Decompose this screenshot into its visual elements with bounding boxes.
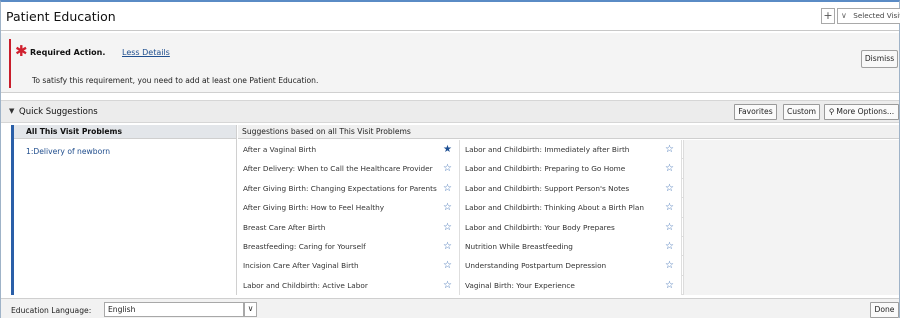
suggestions-header: Suggestions based on all This Visit Prob…	[238, 125, 899, 139]
star-outline-icon[interactable]: ☆	[665, 179, 674, 198]
suggestion-item[interactable]: After a Vaginal Birth ★	[238, 140, 460, 160]
chevron-down-icon: ∨	[841, 11, 847, 20]
suggestion-label: After Delivery: When to Call the Healthc…	[243, 164, 433, 174]
patient-education-window: Patient Education + ∨ Selected Visit ✱ R…	[0, 0, 900, 318]
star-outline-icon[interactable]: ☆	[665, 198, 674, 217]
suggestion-row: After a Vaginal Birth ★ Labor and Childbir…	[238, 140, 683, 160]
suggestion-row: After Giving Birth: Changing Expectation…	[238, 178, 683, 199]
problems-header[interactable]: All This Visit Problems	[14, 125, 236, 139]
required-action-banner: ✱ Required Action. Less Details To satis…	[1, 33, 899, 93]
suggestion-label: Vaginal Birth: Your Experience	[465, 280, 575, 290]
suggestion-item[interactable]: Understanding Postpartum Depression ☆	[460, 256, 682, 276]
suggestion-row: Incision Care After Vaginal Birth ☆ Unders…	[238, 256, 683, 276]
problems-panel: All This Visit Problems 1:Delivery of ne…	[11, 125, 237, 295]
education-language-label: Education Language:	[11, 306, 92, 315]
suggestion-label: Breast Care After Birth	[243, 222, 326, 232]
suggestion-label: Labor and Childbirth: Active Labor	[243, 280, 368, 290]
chevron-down-icon[interactable]: ∨	[244, 302, 257, 317]
suggestion-item[interactable]: Labor and Childbirth: Your Body Prepares…	[460, 217, 682, 237]
suggestion-item[interactable]: Nutrition While Breastfeeding ☆	[460, 236, 682, 257]
selected-visit-label: Selected Visit	[853, 11, 900, 20]
collapse-caret-icon[interactable]: ▼	[9, 107, 14, 115]
suggestion-label: Incision Care After Vaginal Birth	[243, 261, 359, 271]
less-details-link[interactable]: Less Details	[122, 48, 170, 57]
suggestion-item[interactable]: Labor and Childbirth: Thinking About a B…	[460, 198, 682, 218]
suggestion-item[interactable]: Labor and Childbirth: Active Labor ☆	[238, 275, 460, 296]
grid-empty-area	[683, 140, 899, 295]
suggestion-item[interactable]: Labor and Childbirth: Preparing to Go Ho…	[460, 159, 682, 179]
suggestions-grid: After a Vaginal Birth ★ Labor and Childbir…	[238, 140, 683, 296]
footer-bar: Education Language: English ∨ Done	[1, 298, 899, 318]
suggestion-item[interactable]: Incision Care After Vaginal Birth ☆	[238, 256, 460, 276]
custom-button[interactable]: Custom	[783, 104, 820, 120]
star-outline-icon[interactable]: ☆	[443, 159, 452, 178]
star-outline-icon[interactable]: ☆	[443, 179, 452, 198]
suggestion-item[interactable]: After Giving Birth: How to Feel Healthy ☆	[238, 198, 460, 218]
suggestion-label: Labor and Childbirth: Support Person's N…	[465, 183, 630, 193]
favorites-button[interactable]: Favorites	[734, 104, 777, 120]
suggestion-row: After Delivery: When to Call the Healthc…	[238, 159, 683, 179]
star-outline-icon[interactable]: ☆	[443, 237, 452, 256]
star-outline-icon[interactable]: ☆	[443, 198, 452, 217]
quick-suggestions-title: Quick Suggestions	[19, 107, 98, 117]
suggestion-label: After Giving Birth: How to Feel Healthy	[243, 203, 385, 213]
star-filled-icon[interactable]: ★	[443, 140, 452, 159]
suggestion-label: Labor and Childbirth: Thinking About a B…	[465, 203, 644, 213]
suggestion-label: Labor and Childbirth: Immediately after …	[465, 145, 630, 154]
suggestion-row: Breastfeeding: Caring for Yourself ☆ Nutri…	[238, 236, 683, 257]
suggestion-item[interactable]: After Giving Birth: Changing Expectation…	[238, 178, 460, 199]
star-outline-icon[interactable]: ☆	[665, 237, 674, 256]
quick-suggestions-header[interactable]: ▼ Quick Suggestions Favorites Custom ⚲ Mo…	[1, 100, 899, 123]
star-outline-icon[interactable]: ☆	[665, 159, 674, 178]
required-action-title: Required Action.	[30, 48, 106, 57]
title-bar: Patient Education + ∨ Selected Visit	[1, 2, 900, 31]
more-options-button[interactable]: ⚲ More Options...	[824, 104, 899, 120]
suggestion-item[interactable]: Labor and Childbirth: Immediately after …	[460, 140, 682, 160]
suggestion-row: Breast Care After Birth ☆ Labor and Childb…	[238, 217, 683, 237]
alert-accent-bar	[9, 39, 11, 88]
suggestion-item[interactable]: Labor and Childbirth: Support Person's N…	[460, 178, 682, 199]
star-outline-icon[interactable]: ☆	[665, 256, 674, 275]
more-options-label: More Options...	[836, 107, 895, 116]
suggestion-item[interactable]: Vaginal Birth: Your Experience ☆	[460, 275, 682, 296]
star-outline-icon[interactable]: ☆	[665, 218, 674, 237]
done-button[interactable]: Done	[870, 302, 899, 318]
suggestion-label: Understanding Postpartum Depression	[465, 261, 607, 271]
star-outline-icon[interactable]: ☆	[665, 276, 674, 295]
problem-item[interactable]: 1:Delivery of newborn	[14, 147, 236, 156]
window-title: Patient Education	[6, 9, 116, 24]
suggestion-row: Labor and Childbirth: Active Labor ☆ Vagin…	[238, 275, 683, 296]
suggestion-label: After Giving Birth: Changing Expectation…	[243, 183, 437, 193]
suggestion-label: After a Vaginal Birth	[243, 145, 317, 154]
suggestion-label: Labor and Childbirth: Preparing to Go Ho…	[465, 164, 626, 174]
dismiss-button[interactable]: Dismiss	[861, 50, 898, 68]
required-action-message: To satisfy this requirement, you need to…	[32, 76, 319, 85]
suggestion-item[interactable]: Breastfeeding: Caring for Yourself ☆	[238, 236, 460, 257]
add-button[interactable]: +	[821, 8, 835, 24]
suggestion-item[interactable]: Breast Care After Birth ☆	[238, 217, 460, 237]
education-language-select[interactable]: English	[104, 302, 244, 317]
suggestion-label: Labor and Childbirth: Your Body Prepares	[465, 222, 615, 232]
suggestion-row: After Giving Birth: How to Feel Healthy ☆…	[238, 198, 683, 218]
required-asterisk-icon: ✱	[15, 42, 28, 60]
suggestion-item[interactable]: After Delivery: When to Call the Healthc…	[238, 159, 460, 179]
star-outline-icon[interactable]: ☆	[443, 256, 452, 275]
star-outline-icon[interactable]: ☆	[665, 140, 674, 159]
selected-visit-dropdown[interactable]: ∨ Selected Visit	[837, 8, 900, 24]
search-icon: ⚲	[828, 107, 835, 116]
suggestion-label: Nutrition While Breastfeeding	[465, 241, 573, 251]
star-outline-icon[interactable]: ☆	[443, 276, 452, 295]
star-outline-icon[interactable]: ☆	[443, 218, 452, 237]
suggestion-label: Breastfeeding: Caring for Yourself	[243, 241, 366, 251]
